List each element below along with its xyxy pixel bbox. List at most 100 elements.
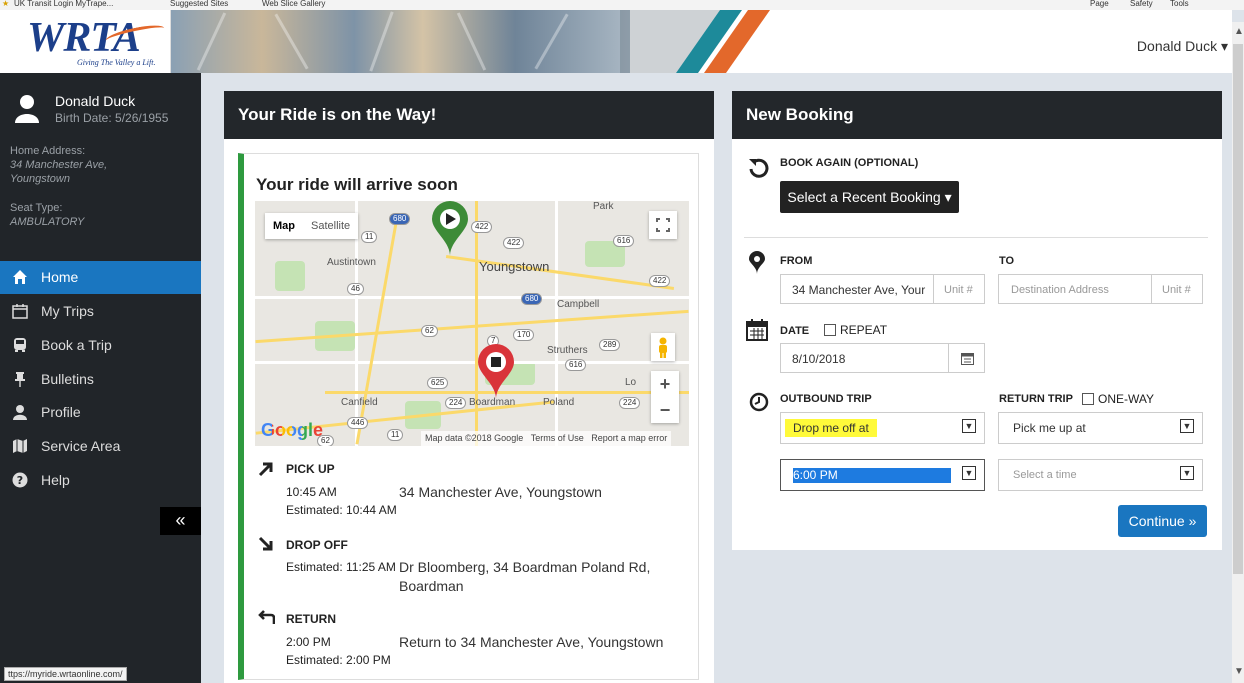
map-tab-satellite[interactable]: Satellite	[303, 213, 358, 239]
map-route-shield: 11	[361, 231, 378, 243]
calendar-icon	[746, 319, 768, 341]
pickup-address: 34 Manchester Ave, Youngstown	[399, 484, 602, 500]
one-way-checkbox-box[interactable]	[1082, 393, 1094, 405]
map-route-shield: 422	[471, 221, 493, 233]
dropoff-location-pin-icon[interactable]	[476, 344, 516, 400]
map-route-shield: 289	[599, 339, 621, 351]
browser-menu-page[interactable]: Page	[1090, 0, 1109, 9]
from-unit-input[interactable]: Unit #	[933, 274, 985, 304]
nav-item-bulletins[interactable]: Bulletins	[0, 363, 201, 396]
destination-address-input[interactable]: Destination Address	[998, 274, 1152, 304]
outbound-mode-value: Drop me off at	[785, 419, 877, 437]
map-route-shield: 680	[521, 293, 543, 305]
chevron-down-icon: ▼	[1180, 466, 1194, 480]
wrta-logo[interactable]: WRTA Giving The Valley a Lift.	[17, 10, 171, 73]
scrollbar-thumb[interactable]	[1233, 44, 1243, 574]
map-place-park: Park	[593, 201, 614, 212]
browser-menu-safety[interactable]: Safety	[1130, 0, 1153, 9]
calendar-icon	[12, 304, 28, 319]
nav-item-home[interactable]: Home	[0, 261, 201, 294]
outbound-mode-select[interactable]: Drop me off at ▼	[780, 412, 985, 444]
map-type-control: Map Satellite	[265, 213, 359, 239]
map-route-shield: 422	[649, 275, 671, 287]
pegman-icon	[659, 337, 667, 358]
date-input[interactable]: 8/10/2018	[780, 343, 949, 373]
sidebar-user-name: Donald Duck	[55, 93, 136, 109]
from-address-input[interactable]: 34 Manchester Ave, Your	[780, 274, 934, 304]
map-place-austintown: Austintown	[327, 257, 376, 268]
clock-icon	[749, 392, 769, 412]
favorite-link-suggested-sites[interactable]: Suggested Sites	[170, 0, 228, 9]
user-menu[interactable]: Donald Duck ▾	[1137, 38, 1228, 55]
browser-menu-tools[interactable]: Tools	[1170, 0, 1189, 9]
favorite-link-uk-transit[interactable]: UK Transit Login MyTrape...	[14, 0, 113, 9]
home-address-line1: 34 Manchester Ave,	[10, 159, 108, 171]
repeat-checkbox-box[interactable]	[824, 324, 836, 336]
return-trip-label: RETURN TRIP	[999, 393, 1073, 405]
to-label: TO	[999, 255, 1015, 267]
outbound-time-select[interactable]: 6:00 PM ▼	[780, 459, 985, 491]
return-address: Return to 34 Manchester Ave, Youngstown	[399, 634, 664, 650]
return-mode-value: Pick me up at	[1013, 421, 1086, 435]
repeat-label: REPEAT	[840, 323, 888, 337]
home-icon	[13, 270, 27, 284]
home-address-label: Home Address:	[10, 145, 86, 157]
dropoff-title: DROP OFF	[286, 538, 348, 552]
favorite-link-web-slice-gallery[interactable]: Web Slice Gallery	[262, 0, 325, 9]
sidebar: Donald Duck Birth Date: 5/26/1955 Home A…	[0, 73, 201, 683]
booking-panel-title: New Booking	[746, 105, 854, 124]
map-route-shield: 170	[513, 329, 535, 341]
pin-icon	[15, 372, 25, 387]
destination-unit-input[interactable]: Unit #	[1151, 274, 1203, 304]
chevron-down-icon: ▼	[1180, 419, 1194, 433]
nav-item-book-a-trip[interactable]: Book a Trip	[0, 329, 201, 362]
browser-favorites-bar: ★ UK Transit Login MyTrape... Suggested …	[0, 0, 1244, 10]
user-icon	[13, 405, 27, 420]
nav-item-help[interactable]: ? Help	[0, 464, 201, 497]
map-route-shield: 446	[347, 417, 369, 429]
seat-type-label: Seat Type:	[10, 202, 63, 214]
map-zoom-control: + −	[651, 371, 679, 423]
date-picker-button[interactable]	[948, 343, 985, 373]
scroll-up-icon[interactable]: ▲	[1234, 26, 1244, 37]
ride-panel-header: Your Ride is on the Way!	[224, 91, 714, 139]
map-zoom-in-button[interactable]: +	[651, 371, 679, 397]
chevron-down-icon: ▼	[962, 466, 976, 480]
sidebar-collapse-button[interactable]: «	[160, 507, 201, 535]
return-time-select[interactable]: Select a time ▼	[998, 459, 1203, 491]
svg-text:?: ?	[17, 474, 23, 487]
map-report-error-link[interactable]: Report a map error	[591, 433, 667, 443]
return-title: RETURN	[286, 612, 336, 626]
sidebar-birth-date: Birth Date: 5/26/1955	[55, 111, 169, 125]
map-terms-link[interactable]: Terms of Use	[531, 433, 584, 443]
repeat-checkbox[interactable]: REPEAT	[824, 323, 887, 337]
scroll-down-icon[interactable]: ▼	[1234, 666, 1244, 677]
booking-divider	[744, 237, 1208, 238]
one-way-checkbox[interactable]: ONE-WAY	[1082, 392, 1154, 406]
ride-map[interactable]: Park Austintown Youngstown Campbell Stru…	[255, 201, 689, 446]
nav-item-profile[interactable]: Profile	[0, 396, 201, 429]
return-mode-select[interactable]: Pick me up at ▼	[998, 412, 1203, 444]
map-zoom-out-button[interactable]: −	[651, 397, 679, 423]
header-stripes-graphic	[620, 10, 770, 73]
nav-item-service-area[interactable]: Service Area	[0, 430, 201, 463]
pickup-time: 10:45 AM	[286, 485, 337, 499]
map-route-shield: 422	[503, 237, 525, 249]
map-fullscreen-button[interactable]	[649, 211, 677, 239]
dropoff-arrow-icon	[258, 536, 273, 551]
map-street-view-button[interactable]	[651, 333, 675, 361]
header-banner-image	[170, 10, 630, 73]
map-attribution: Map data ©2018 Google Terms of Use Repor…	[421, 431, 672, 446]
continue-button[interactable]: Continue »	[1118, 505, 1207, 537]
outbound-trip-label: OUTBOUND TRIP	[780, 393, 872, 405]
map-route-shield: 616	[565, 359, 587, 371]
ride-status-heading: Your ride will arrive soon	[256, 175, 458, 194]
select-recent-booking-button[interactable]: Select a Recent Booking ▾	[780, 181, 959, 213]
map-data-credit: Map data ©2018 Google	[425, 433, 524, 443]
favorites-star-icon[interactable]: ★	[2, 0, 9, 9]
map-tab-map[interactable]: Map	[265, 213, 303, 239]
map-route-shield: 680	[389, 213, 411, 225]
pickup-location-pin-icon[interactable]	[430, 201, 470, 257]
booking-panel-header: New Booking	[732, 91, 1222, 139]
nav-item-my-trips[interactable]: My Trips	[0, 295, 201, 328]
